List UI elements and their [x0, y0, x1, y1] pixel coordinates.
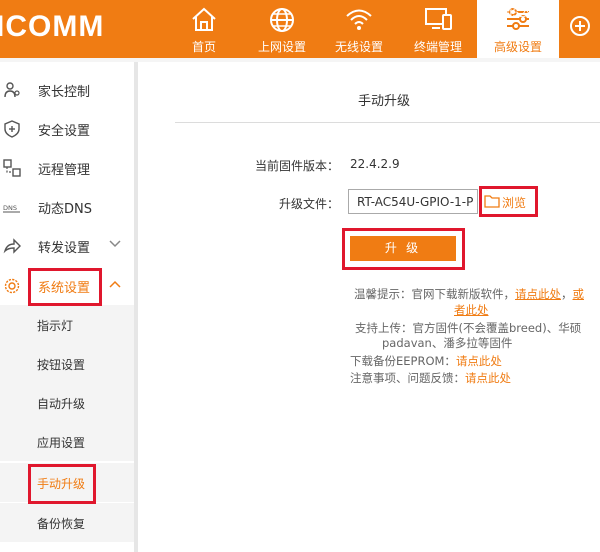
gear-icon — [4, 278, 20, 294]
title-divider — [175, 122, 600, 123]
tip-supported-line2: padavan、潘多拉等固件 — [382, 336, 513, 350]
nav-label: 终端管理 — [413, 40, 462, 54]
folder-icon — [484, 195, 500, 208]
shield-icon — [4, 120, 20, 138]
wifi-icon — [346, 9, 372, 30]
tip-supported-line1: 支持上传：官方固件(不会覆盖breed)、华硕 — [355, 321, 582, 335]
highlight-box-system-settings — [28, 268, 102, 306]
sidebar-item-label: 家长控制 — [38, 85, 91, 100]
nav-label: 首页 — [191, 40, 216, 54]
devices-icon — [425, 8, 452, 30]
page-title: 手动升级 — [358, 94, 411, 109]
nav-home[interactable]: 首页 — [163, 0, 245, 58]
more-icon[interactable] — [568, 14, 592, 38]
tip-separator: ， — [561, 287, 573, 301]
sidebar-subitem-app-settings[interactable]: 应用设置 — [0, 422, 134, 461]
nav-label: 无线设置 — [334, 40, 383, 54]
sidebar-subitem-label: 按钮设置 — [37, 358, 86, 372]
parent-icon — [4, 82, 20, 98]
home-icon — [192, 7, 216, 31]
sidebar-item-ddns[interactable]: DNS 动态DNS — [0, 187, 134, 226]
nav-label: 上网设置 — [257, 40, 306, 54]
forward-icon — [3, 238, 21, 254]
upgrade-button[interactable]: 升 级 — [350, 236, 456, 261]
sidebar-subitem-label: 备份恢复 — [37, 517, 86, 531]
tip-text: 温馨提示：官网下载新版软件， — [354, 287, 515, 301]
sidebar-subitem-indicator[interactable]: 指示灯 — [0, 305, 134, 344]
upgrade-file-label: 升级文件： — [279, 197, 340, 211]
nav-label: 高级设置 — [493, 40, 542, 54]
watermark: www.it528.cm — [478, 6, 553, 20]
sidebar-subitem-button-settings[interactable]: 按钮设置 — [0, 344, 134, 383]
globe-icon — [270, 8, 294, 32]
sidebar-item-label: 远程管理 — [38, 163, 91, 178]
feedback-link[interactable]: 请点此处 — [465, 371, 511, 385]
upgrade-file-input[interactable]: RT-AC54U-GPIO-1-P — [348, 189, 478, 214]
sidebar-item-label: 安全设置 — [38, 124, 91, 139]
tip-alt-download: 者此处 — [454, 302, 489, 318]
sidebar-item-remote-management[interactable]: 远程管理 — [0, 148, 134, 187]
tip-text: 下载备份EEPROM： — [350, 354, 456, 368]
highlight-box-manual-upgrade — [28, 464, 96, 504]
remote-icon — [3, 159, 21, 177]
nav-wireless[interactable]: 无线设置 — [318, 0, 400, 58]
sidebar-subitem-label: 自动升级 — [37, 397, 86, 411]
eeprom-link[interactable]: 请点此处 — [456, 354, 502, 368]
sidebar-item-forwarding[interactable]: 转发设置 — [0, 226, 134, 265]
top-header: ICOMM 首页 上网设置 无线设置 终端管理 高级设置 www.it528.c… — [0, 0, 600, 62]
tip-official-download: 温馨提示：官网下载新版软件，请点此处，或 — [354, 286, 584, 302]
sidebar-subitem-label: 应用设置 — [37, 436, 86, 450]
nav-internet[interactable]: 上网设置 — [241, 0, 323, 58]
dns-icon: DNS — [3, 204, 20, 213]
sidebar-item-label: 转发设置 — [38, 241, 91, 256]
tip-text: 注意事项、问题反馈： — [350, 371, 465, 385]
official-download-link[interactable]: 请点此处 — [515, 287, 561, 301]
svg-text:DNS: DNS — [3, 204, 17, 212]
sidebar-subitem-backup-restore[interactable]: 备份恢复 — [0, 503, 134, 542]
sidebar-subitem-label: 指示灯 — [37, 319, 74, 333]
brand-logo: ICOMM — [0, 10, 105, 43]
alt-download-link[interactable]: 者此处 — [454, 303, 489, 317]
or-link[interactable]: 或 — [573, 287, 585, 301]
chevron-down-icon — [109, 240, 121, 248]
firmware-version-label: 当前固件版本： — [255, 159, 340, 173]
nav-devices[interactable]: 终端管理 — [397, 0, 479, 58]
sidebar-item-parental-control[interactable]: 家长控制 — [0, 70, 134, 109]
tip-eeprom: 下载备份EEPROM：请点此处 — [350, 353, 502, 369]
browse-label: 浏览 — [502, 196, 527, 210]
sidebar-item-security[interactable]: 安全设置 — [0, 109, 134, 148]
tip-feedback: 注意事项、问题反馈：请点此处 — [350, 370, 511, 386]
sidebar-scrollbar[interactable] — [134, 62, 138, 552]
chevron-up-icon — [109, 280, 121, 288]
sidebar-item-label: 动态DNS — [38, 202, 92, 217]
firmware-version-value: 22.4.2.9 — [350, 157, 400, 171]
sidebar-subitem-auto-upgrade[interactable]: 自动升级 — [0, 383, 134, 422]
